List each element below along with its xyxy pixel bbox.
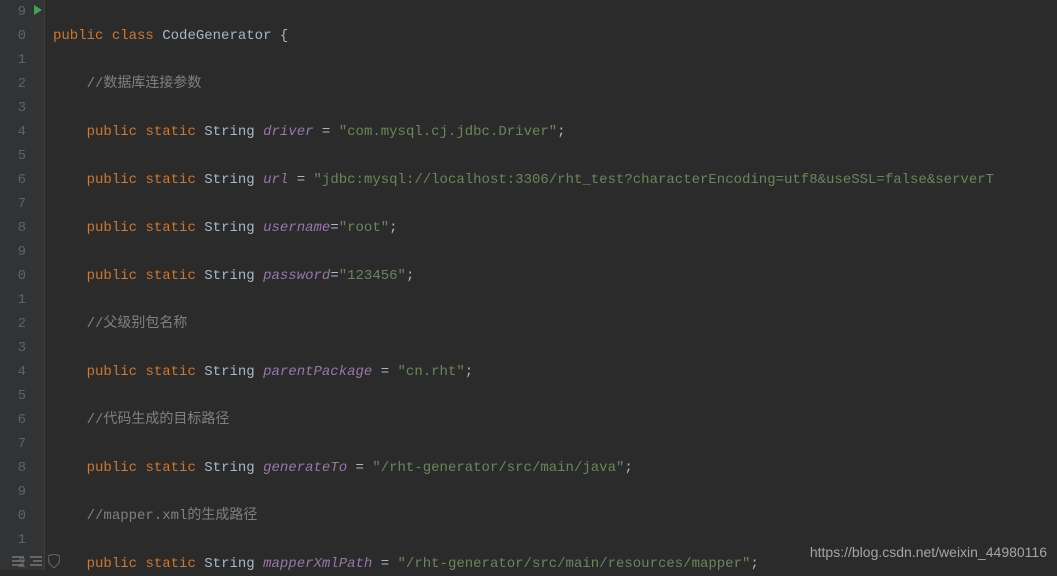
code-editor-area[interactable]: public class CodeGenerator { //数据库连接参数 p… xyxy=(45,0,1057,570)
list-icon[interactable] xyxy=(12,555,24,567)
line-number: 1 xyxy=(18,532,26,548)
code-line[interactable]: public class CodeGenerator { xyxy=(53,24,1057,48)
code-line[interactable]: public static String url = "jdbc:mysql:/… xyxy=(53,168,1057,192)
line-number: 7 xyxy=(18,196,26,212)
line-number: 0 xyxy=(18,28,26,44)
line-number: 1 xyxy=(18,292,26,308)
line-number: 0 xyxy=(18,508,26,524)
line-number: 4 xyxy=(18,124,26,140)
line-number: 2 xyxy=(18,316,26,332)
code-line[interactable]: public static String parentPackage = "cn… xyxy=(53,360,1057,384)
line-number: 8 xyxy=(18,220,26,236)
line-number: 0 xyxy=(18,268,26,284)
status-bar-icons xyxy=(12,554,60,568)
indent-icon[interactable] xyxy=(30,555,42,567)
line-number: 7 xyxy=(18,436,26,452)
line-number: 9 xyxy=(18,4,26,20)
line-number: 8 xyxy=(18,460,26,476)
line-number: 4 xyxy=(18,364,26,380)
line-number: 6 xyxy=(18,412,26,428)
line-number: 6 xyxy=(18,172,26,188)
run-icon[interactable] xyxy=(34,5,42,15)
code-line[interactable]: //数据库连接参数 xyxy=(53,72,1057,96)
code-line[interactable]: public static String username="root"; xyxy=(53,216,1057,240)
code-line[interactable]: public static String driver = "com.mysql… xyxy=(53,120,1057,144)
code-line[interactable]: public static String generateTo = "/rht-… xyxy=(53,456,1057,480)
line-number: 9 xyxy=(18,484,26,500)
shield-icon[interactable] xyxy=(48,554,60,568)
line-number: 1 xyxy=(18,52,26,68)
code-line[interactable]: public static String password="123456"; xyxy=(53,264,1057,288)
line-number: 2 xyxy=(18,76,26,92)
line-number: 5 xyxy=(18,388,26,404)
code-line[interactable]: //父级别包名称 xyxy=(53,312,1057,336)
code-line[interactable]: //代码生成的目标路径 xyxy=(53,408,1057,432)
watermark-text: https://blog.csdn.net/weixin_44980116 xyxy=(810,540,1047,564)
line-number: 3 xyxy=(18,100,26,116)
line-number: 5 xyxy=(18,148,26,164)
line-number: 9 xyxy=(18,244,26,260)
code-line[interactable]: //mapper.xml的生成路径 xyxy=(53,504,1057,528)
line-number: 3 xyxy=(18,340,26,356)
line-number-gutter: 9 0 1 2 3 4 5 6 7 8 9 0 1 2 3 4 5 6 7 8 … xyxy=(0,0,45,570)
